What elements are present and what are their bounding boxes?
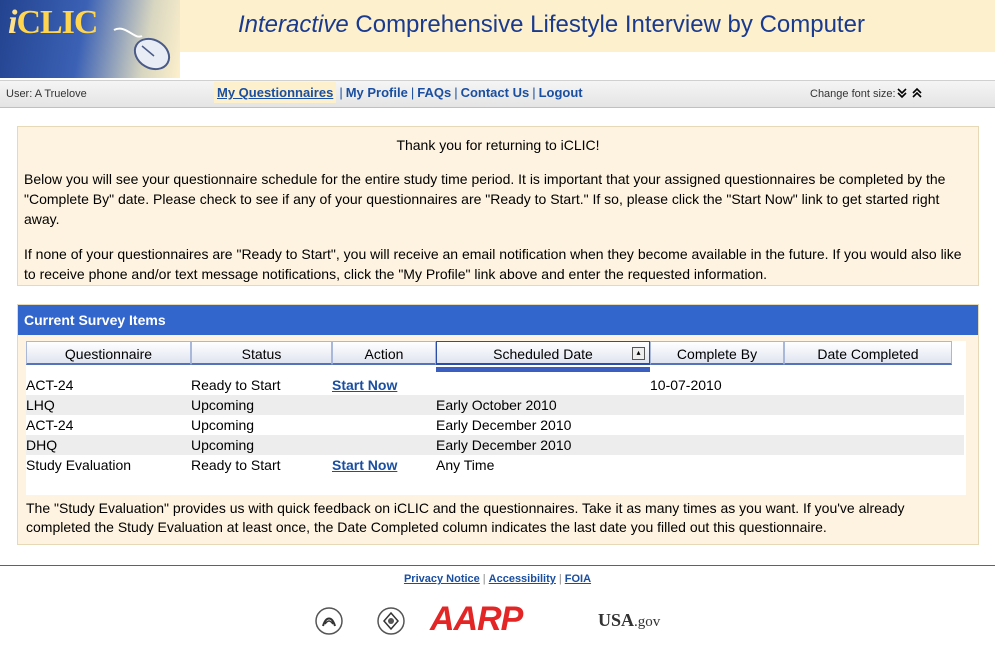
footer-privacy-notice[interactable]: Privacy Notice (404, 573, 480, 585)
footer-accessibility[interactable]: Accessibility (489, 573, 556, 585)
nav-separator: | (410, 85, 415, 100)
font-larger-chevron-up-double-icon[interactable] (911, 87, 923, 99)
font-smaller-chevron-down-double-icon[interactable] (896, 87, 908, 99)
cell-status: Upcoming (191, 417, 255, 433)
mouse-icon (113, 27, 171, 71)
cell-questionnaire: DHQ (26, 437, 58, 453)
table-row: Study Evaluation Ready to Start Start No… (26, 455, 964, 475)
cell-status: Upcoming (191, 397, 255, 413)
logo-text: iCLIC (8, 4, 98, 42)
nav-links: My Questionnaires | My Profile | FAQs | Contac… (214, 82, 583, 103)
nih-logo[interactable] (376, 606, 406, 636)
footer-separator: | (558, 573, 562, 585)
intro-panel: Thank you for returning to iCLIC! Below … (17, 126, 979, 286)
nav-contact-us[interactable]: Contact Us (461, 85, 530, 100)
footer-foia[interactable]: FOIA (565, 573, 591, 585)
table-row: DHQ Upcoming Early December 2010 (26, 435, 964, 455)
welcome-message: Thank you for returning to iCLIC! (396, 137, 600, 153)
hhs-logo[interactable] (314, 606, 344, 636)
column-header-scheduled-date-label: Scheduled Date (493, 346, 593, 362)
cell-questionnaire: ACT-24 (26, 377, 74, 393)
intro-paragraph-schedule: Below you will see your questionnaire sc… (24, 171, 946, 227)
logo-clic: CLIC (16, 4, 98, 41)
nav-separator: | (339, 85, 343, 100)
column-header-questionnaire[interactable]: Questionnaire (26, 341, 191, 365)
column-header-action[interactable]: Action (332, 341, 436, 365)
sort-toggle-icon[interactable]: ▴ (632, 347, 645, 360)
usagov-logo-gov: .gov (634, 614, 661, 630)
iclic-logo[interactable]: iCLIC (0, 0, 180, 78)
footer-links: Privacy Notice | Accessibility | FOIA (0, 573, 995, 585)
usagov-logo-usa: USA (598, 610, 635, 630)
nav-separator: | (532, 85, 536, 100)
column-header-date-completed[interactable]: Date Completed (784, 341, 952, 365)
nav-bar: User: A Truelove My Questionnaires | My Pr… (0, 80, 995, 108)
study-evaluation-note: The "Study Evaluation" provides us with … (26, 500, 905, 535)
cell-status: Upcoming (191, 437, 255, 453)
footer-separator: | (482, 573, 486, 585)
cell-questionnaire: ACT-24 (26, 417, 74, 433)
survey-heading: Current Survey Items (18, 305, 978, 335)
nav-logout[interactable]: Logout (539, 85, 583, 100)
table-row: ACT-24 Ready to Start Start Now 10-07-20… (26, 375, 964, 395)
current-survey-panel: Current Survey Items Questionnaire Statu… (17, 304, 979, 545)
cell-scheduled-date: Early December 2010 (436, 417, 572, 433)
column-header-status[interactable]: Status (191, 341, 332, 365)
column-header-scheduled-date[interactable]: Scheduled Date ▴ (436, 341, 650, 365)
sort-indicator (436, 367, 650, 372)
font-size-label: Change font size: (810, 88, 896, 100)
intro-paragraph-notifications: If none of your questionnaires are "Read… (24, 246, 962, 282)
cell-scheduled-date: Early October 2010 (436, 397, 557, 413)
cell-questionnaire: Study Evaluation (26, 457, 132, 473)
nav-faqs[interactable]: FAQs (417, 85, 451, 100)
app-title-rest: Comprehensive Lifestyle Interview by Com… (348, 11, 865, 38)
cell-complete-by: 10-07-2010 (650, 377, 722, 393)
column-header-complete-by[interactable]: Complete By (650, 341, 784, 365)
nav-separator: | (454, 85, 458, 100)
app-title-italic: Interactive (238, 11, 349, 38)
user-label: User: A Truelove (6, 88, 87, 100)
aarp-logo[interactable]: AARP (430, 600, 523, 639)
cell-status: Ready to Start (191, 377, 281, 393)
partner-logos: AARP USA.gov (0, 600, 995, 640)
app-title: Interactive Comprehensive Lifestyle Inte… (238, 11, 865, 39)
table-row: ACT-24 Upcoming Early December 2010 (26, 415, 964, 435)
nav-my-questionnaires[interactable]: My Questionnaires (214, 82, 337, 103)
start-now-link[interactable]: Start Now (332, 457, 397, 473)
footer-divider (0, 565, 995, 566)
cell-status: Ready to Start (191, 457, 281, 473)
cell-scheduled-date: Any Time (436, 457, 495, 473)
survey-table: Questionnaire Status Action Scheduled Da… (26, 341, 966, 495)
start-now-link[interactable]: Start Now (332, 377, 397, 393)
usagov-logo[interactable]: USA.gov (598, 610, 660, 631)
nav-my-profile[interactable]: My Profile (346, 85, 408, 100)
table-row: LHQ Upcoming Early October 2010 (26, 395, 964, 415)
cell-questionnaire: LHQ (26, 397, 55, 413)
cell-scheduled-date: Early December 2010 (436, 437, 572, 453)
